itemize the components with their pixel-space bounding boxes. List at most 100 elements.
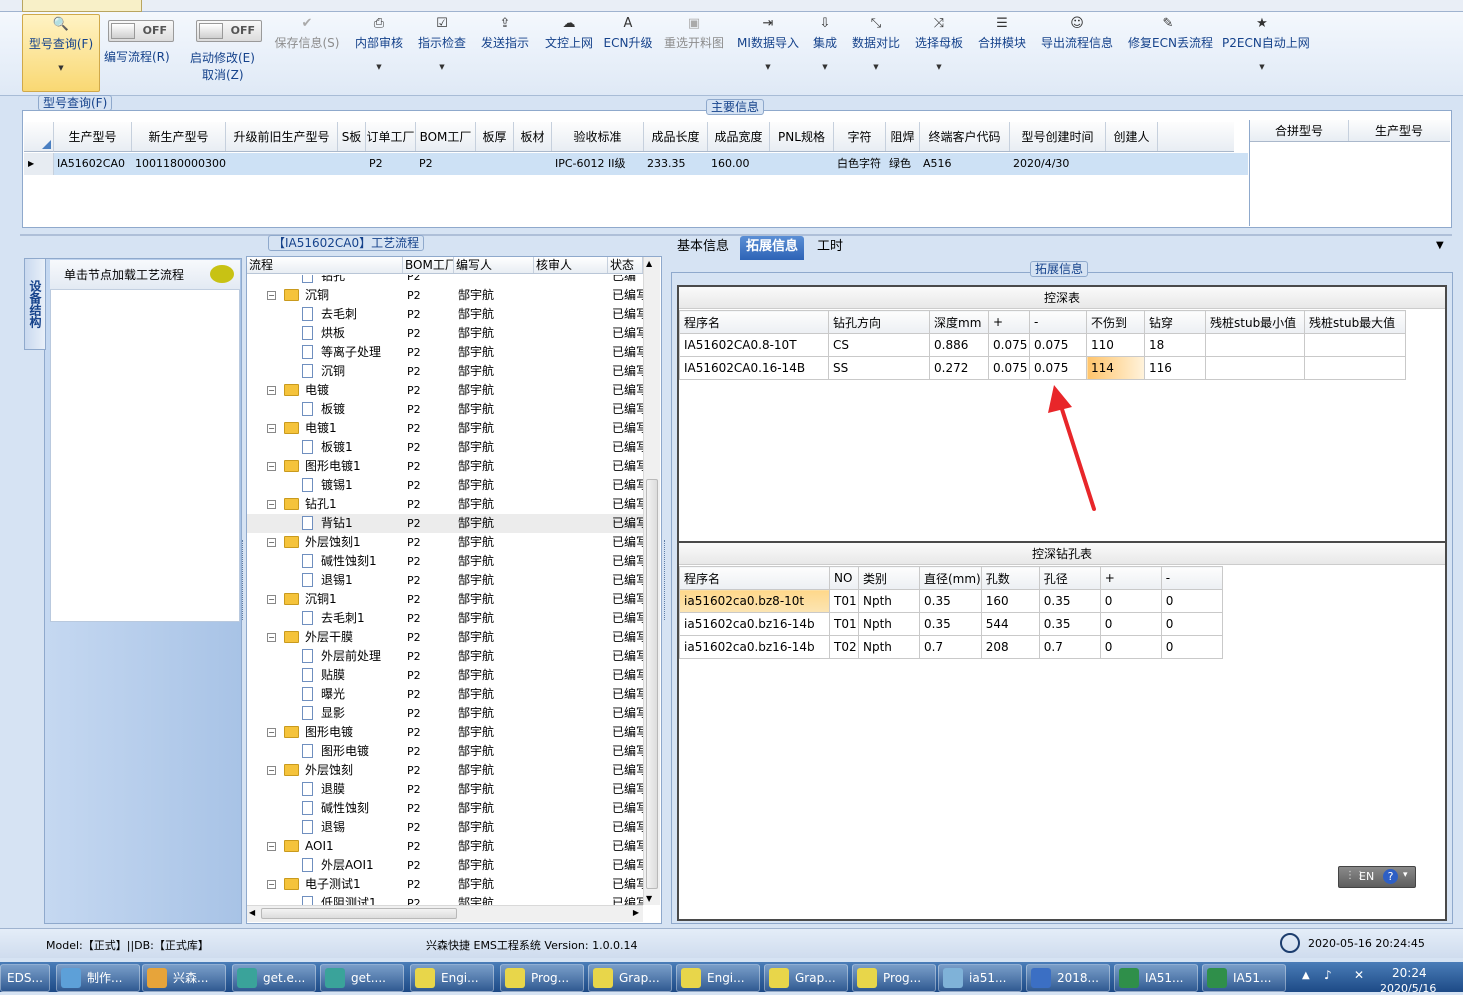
flow-row[interactable]: 镀锡1 P2 郜宇航 已编写 [247,476,643,495]
tab-dropdown-icon[interactable]: ▼ [1436,240,1444,251]
flow-row[interactable]: 外层AOI1 P2 郜宇航 已编写 [247,856,643,875]
flow-node[interactable]: − 外层蚀刻 [247,761,403,780]
table-cell[interactable]: 0.272 [929,356,989,380]
table-cell[interactable]: 0.7 [1038,635,1101,659]
table-cell[interactable]: 116 [1144,356,1206,380]
flow-row[interactable]: 碱性蚀刻1 P2 郜宇航 已编写 [247,552,643,571]
flow-column-header[interactable]: 流程 [247,257,403,273]
table-row[interactable]: IA51602CA0 10011800003003 P2 P2 IPC-6012 II级… [54,153,1248,175]
flow-column-header[interactable]: 状态 [608,257,643,273]
flow-row[interactable]: 外层前处理 P2 郜宇航 已编写 [247,647,643,666]
taskbar-button[interactable]: IA51... [1202,964,1286,992]
document-tab[interactable] [22,0,142,12]
model-query-button[interactable]: 🔍 型号查询(F) ▼ [22,14,100,92]
language-bar[interactable]: ⋮⋮ EN ? ▾ [1338,866,1416,888]
table-cell[interactable] [338,153,366,175]
flow-node[interactable]: 镀锡1 [247,476,403,495]
table-cell[interactable]: Npth [858,635,920,659]
table-cell[interactable]: 0.075 [988,333,1030,357]
table-cell[interactable]: A516 [920,153,1010,175]
flow-node[interactable]: 烘板 [247,324,403,343]
collapse-icon[interactable]: − [267,595,276,604]
taskbar-button[interactable]: Grap... [588,964,672,992]
column-header[interactable]: 板厚 [476,122,514,151]
toolbar-button[interactable]: ▣ 重选开料图 [654,14,734,92]
table-cell[interactable]: 18 [1144,333,1206,357]
flow-node[interactable]: 退锡 [247,818,403,837]
flow-node[interactable]: 显影 [247,704,403,723]
flow-node[interactable]: 贴膜 [247,666,403,685]
table-cell[interactable]: 0 [1099,612,1162,636]
flow-row[interactable]: − 外层干膜 P2 郜宇航 已编写 [247,628,643,647]
scroll-right-icon[interactable]: ▶ [633,908,639,917]
column-header[interactable]: 验收标准 [552,122,644,151]
column-header[interactable]: 残桩stub最小值 [1205,310,1305,334]
table-cell[interactable]: 233.35 [644,153,708,175]
taskbar-button[interactable]: Engi... [410,964,494,992]
flow-row[interactable]: 曝光 P2 郜宇航 已编写 [247,685,643,704]
column-header[interactable]: 成品宽度 [708,122,770,151]
column-header[interactable]: 阻焊 [886,122,920,151]
collapse-icon[interactable]: − [267,728,276,737]
taskbar-button[interactable]: 2018... [1026,964,1110,992]
flow-column-header[interactable]: 编写人 [454,257,534,273]
taskbar-button[interactable]: EDS... [0,964,50,992]
taskbar-button[interactable]: 兴森... [142,964,226,992]
table-cell[interactable]: 白色字符 [834,153,886,175]
flow-row[interactable]: 去毛刺1 P2 郜宇航 已编写 [247,609,643,628]
table-cell[interactable]: 160.00 [708,153,770,175]
toolbar-button[interactable]: ☺ 导出流程信息 [1037,14,1117,92]
collapse-icon[interactable]: − [267,766,276,775]
table-cell[interactable]: T02 [829,635,859,659]
table-row[interactable]: IA51602CA0.16-14B SS 0.272 0.075 0.075 114 116 [679,356,1406,380]
column-header[interactable]: S板 [338,122,366,151]
taskbar-button[interactable]: get.... [320,964,404,992]
table-cell[interactable] [1106,153,1158,175]
flow-horizontal-scrollbar[interactable]: ◀ ▶ [247,905,643,922]
flow-row[interactable]: − 电镀1 P2 郜宇航 已编写 [247,419,643,438]
table-cell[interactable]: 0.35 [919,612,982,636]
column-header[interactable]: 深度mm [929,310,989,334]
taskbar-button[interactable]: get.e... [232,964,316,992]
flow-node[interactable]: 板镀 [247,400,403,419]
flow-row[interactable]: − AOI1 P2 郜宇航 已编写 [247,837,643,856]
collapse-icon[interactable]: − [267,424,276,433]
flow-node[interactable]: 碱性蚀刻1 [247,552,403,571]
flow-row[interactable]: 贴膜 P2 郜宇航 已编写 [247,666,643,685]
column-header[interactable]: 残桩stub最大值 [1304,310,1406,334]
flow-node[interactable]: 去毛刺 [247,305,403,324]
flow-row[interactable]: − 钻孔1 P2 郜宇航 已编写 [247,495,643,514]
table-cell[interactable]: P2 [416,153,476,175]
column-header[interactable]: 类别 [858,566,920,590]
taskbar-button[interactable]: Prog... [852,964,936,992]
column-header[interactable]: 孔径 [1038,566,1101,590]
scroll-down-icon[interactable]: ▼ [646,894,652,903]
table-cell[interactable]: ia51602ca0.bz16-14b [679,612,830,636]
taskbar-button[interactable]: Grap... [764,964,848,992]
column-header[interactable]: 钻穿 [1144,310,1206,334]
table-cell[interactable]: 208 [980,635,1040,659]
start-edit-toggle[interactable]: OFF [196,20,262,42]
flow-node[interactable]: 背钻1 [247,514,403,533]
column-header[interactable]: 程序名 [679,310,829,334]
column-header[interactable]: 终端客户代码 [920,122,1010,151]
flow-node[interactable]: 退锡1 [247,571,403,590]
table-row[interactable]: ia51602ca0.bz16-14b T01 Npth 0.35 544 0.35 0 0 [679,612,1223,636]
table-cell[interactable]: IA51602CA0.16-14B [679,356,829,380]
tab-basic-info[interactable]: 基本信息 [671,236,735,260]
taskbar-button[interactable]: Engi... [676,964,760,992]
table-cell[interactable]: 110 [1086,333,1145,357]
flow-row[interactable]: 退锡 P2 郜宇航 已编写 [247,818,643,837]
scroll-left-icon[interactable]: ◀ [249,908,255,917]
table-cell[interactable] [226,153,338,175]
row-selector-icon[interactable]: ▶ [24,153,54,175]
table-cell[interactable]: 0.075 [988,356,1030,380]
flow-node[interactable]: 曝光 [247,685,403,704]
table-cell[interactable]: IA51602CA0 [54,153,132,175]
column-header[interactable]: - [1160,566,1223,590]
column-header[interactable]: 直径(mm) [919,566,982,590]
table-cell[interactable]: Npth [858,589,920,613]
tab-extended-info[interactable]: 拓展信息 [740,236,805,260]
column-header[interactable]: 字符 [834,122,886,151]
table-cell[interactable]: 0 [1160,612,1223,636]
